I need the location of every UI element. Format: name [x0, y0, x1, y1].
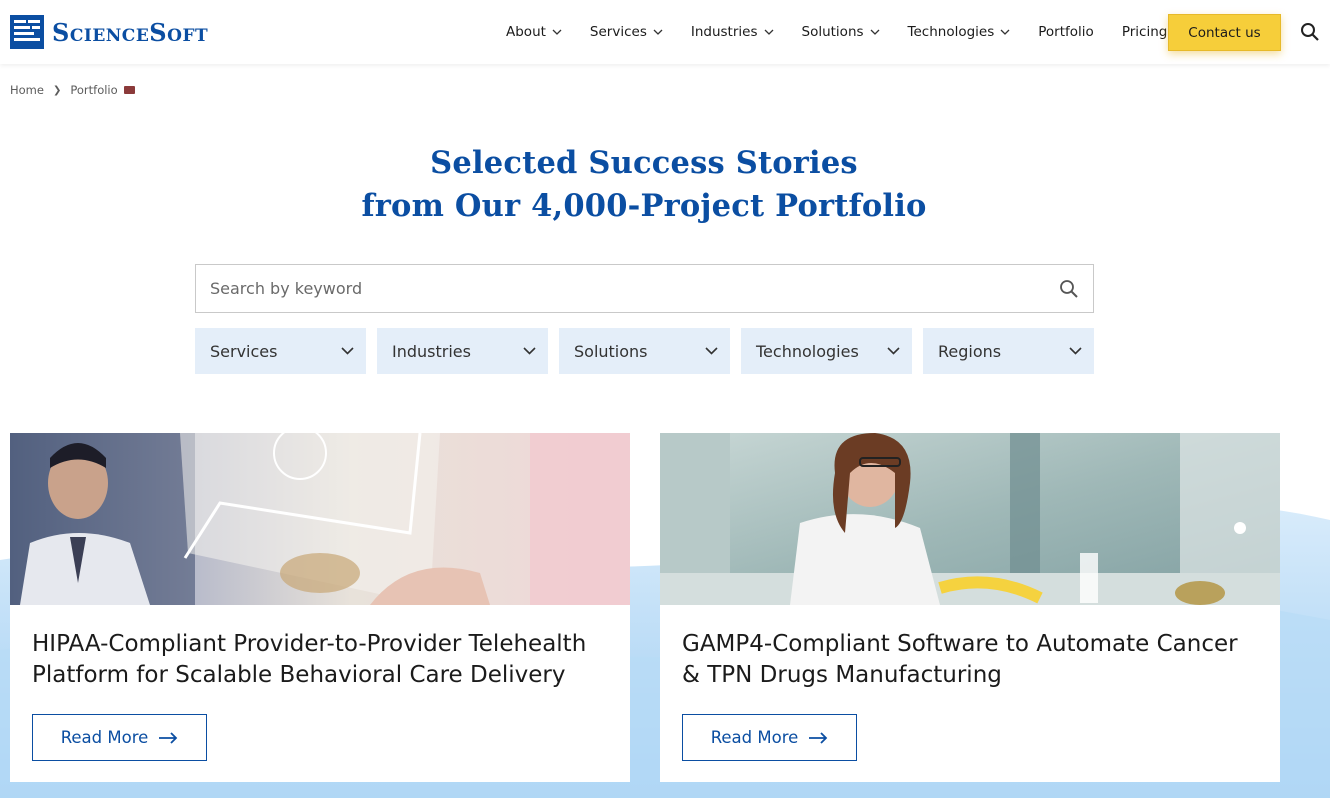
contact-us-button[interactable]: Contact us [1168, 14, 1281, 51]
page-title-line2: from Our 4,000-Project Portfolio [361, 188, 927, 224]
read-more-button[interactable]: Read More [32, 714, 207, 761]
nav-item-industries[interactable]: Industries [691, 24, 774, 40]
nav-item-label: Solutions [801, 24, 864, 40]
chevron-down-icon [653, 29, 663, 35]
page-title: Selected Success Stories from Our 4,000-… [0, 142, 1288, 228]
chevron-down-icon [523, 347, 536, 355]
telehealth-photo [10, 426, 630, 605]
logo-icon [10, 15, 44, 49]
filter-solutions[interactable]: Solutions [559, 328, 730, 374]
nav-item-label: Pricing [1121, 24, 1168, 40]
filter-label: Services [210, 341, 278, 361]
filter-label: Solutions [574, 341, 648, 361]
nav-item-label: Technologies [907, 24, 995, 40]
nav-item-solutions[interactable]: Solutions [802, 24, 880, 40]
filter-bar: Services Industries Solutions Technologi… [195, 328, 1094, 374]
read-more-label: Read More [60, 728, 149, 747]
chevron-down-icon [764, 29, 773, 35]
nav-item-about[interactable]: About [506, 24, 562, 40]
case-study-card: GAMP4-Compliant Software to Automate Can… [660, 433, 1280, 782]
nav-item-services[interactable]: Services [590, 24, 663, 40]
breadcrumb-current: Portfolio [70, 83, 118, 97]
search-input[interactable] [210, 279, 1030, 298]
lab-scientist-photo [660, 433, 1280, 605]
card-title[interactable]: HIPAA-Compliant Provider-to-Provider Tel… [32, 629, 612, 691]
filter-industries[interactable]: Industries [377, 328, 548, 374]
search-icon[interactable] [1300, 22, 1320, 42]
nav-item-label: About [506, 24, 546, 40]
chevron-down-icon [1000, 29, 1010, 35]
filter-label: Industries [392, 341, 471, 361]
card-title[interactable]: GAMP4-Compliant Software to Automate Can… [682, 629, 1262, 691]
nav-item-label: Industries [690, 24, 758, 40]
chevron-right-icon: ❯ [52, 84, 62, 96]
nav-item-pricing[interactable]: Pricing [1122, 24, 1168, 40]
nav-item-portfolio[interactable]: Portfolio [1038, 24, 1094, 40]
brand-logo[interactable]: ScienceSoft [10, 14, 208, 50]
search-icon[interactable] [1059, 279, 1079, 299]
arrow-right-icon [809, 731, 828, 744]
nav-item-label: Portfolio [1038, 24, 1094, 40]
filter-technologies[interactable]: Technologies [741, 328, 912, 374]
case-study-card: HIPAA-Compliant Provider-to-Provider Tel… [10, 426, 630, 782]
chevron-down-icon [552, 29, 562, 35]
chevron-down-icon [1069, 347, 1082, 355]
breadcrumb-home[interactable]: Home [10, 83, 44, 97]
brand-name: ScienceSoft [52, 17, 209, 47]
read-more-label: Read More [710, 728, 799, 747]
filter-services[interactable]: Services [195, 328, 366, 374]
chevron-down-icon [887, 347, 900, 355]
chevron-down-icon [341, 347, 354, 355]
arrow-right-icon [159, 731, 178, 744]
chevron-down-icon [705, 347, 718, 355]
nav-item-technologies[interactable]: Technologies [908, 24, 1011, 40]
chevron-down-icon [870, 29, 879, 35]
site-header: ScienceSoft About Services Industries So… [0, 0, 1330, 64]
page-title-line1: Selected Success Stories [430, 145, 858, 181]
briefcase-icon [123, 86, 135, 94]
keyword-search [195, 264, 1094, 313]
filter-regions[interactable]: Regions [923, 328, 1094, 374]
filter-label: Regions [938, 341, 1002, 361]
read-more-button[interactable]: Read More [682, 714, 857, 761]
breadcrumb: Home ❯ Portfolio [10, 83, 135, 97]
filter-label: Technologies [756, 341, 859, 361]
nav-item-label: Services [589, 24, 647, 40]
main-nav: About Services Industries Solutions Tech… [506, 0, 1195, 64]
